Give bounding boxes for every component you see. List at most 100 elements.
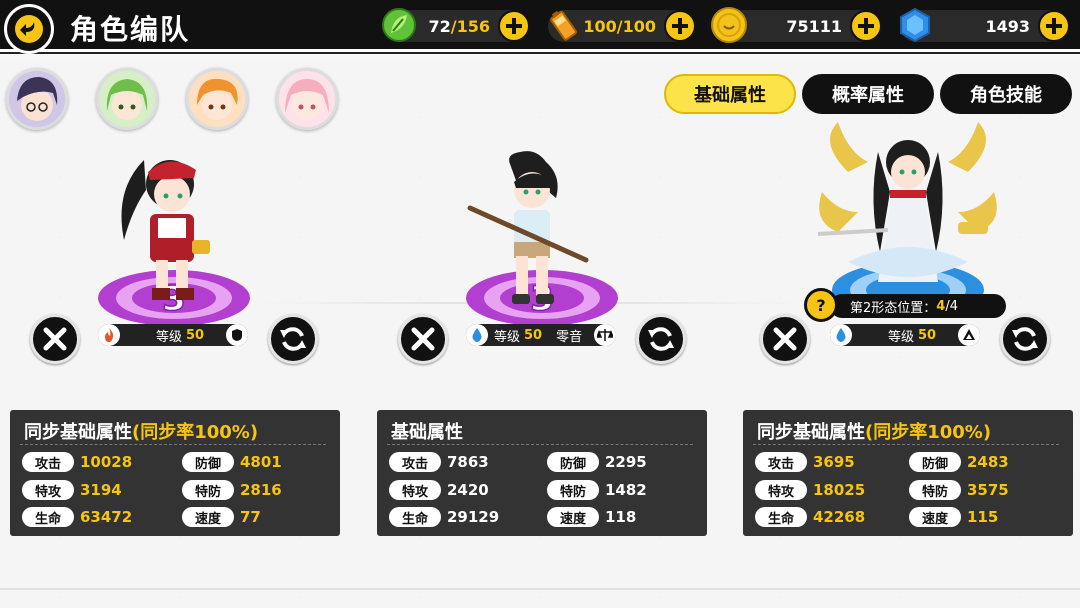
close-icon	[43, 327, 67, 351]
stat-speed: 速度 115	[909, 507, 998, 527]
stat-value: 115	[967, 508, 999, 526]
stats-title: 基础属性	[391, 418, 463, 444]
stat-label: 生命	[22, 507, 74, 527]
stat-special-attack: 特攻 18025	[755, 480, 865, 500]
stat-label: 速度	[909, 507, 961, 527]
team-avatar-4[interactable]	[276, 68, 338, 130]
stat-label: 攻击	[755, 452, 807, 472]
level-value: 50	[186, 327, 205, 343]
add-gems-button[interactable]	[1038, 10, 1070, 42]
stat-value: 118	[605, 508, 637, 526]
stats-title: 同步基础属性(同步率100%)	[757, 418, 991, 444]
stat-value: 2483	[967, 453, 1009, 471]
stat-label: 防御	[909, 452, 961, 472]
stats-title-text: 基础属性	[391, 422, 463, 443]
stat-value: 77	[240, 508, 261, 526]
battery-resource: 100/100	[548, 10, 696, 42]
refresh-icon	[648, 327, 674, 351]
stat-label: 生命	[389, 507, 441, 527]
stat-special-defense: 特防 1482	[547, 480, 647, 500]
character-3-sprite[interactable]	[808, 112, 1008, 302]
stat-attack: 攻击 10028	[22, 452, 132, 472]
remove-character-2-button[interactable]	[398, 314, 448, 364]
coin-icon	[710, 6, 748, 44]
team-avatar-3[interactable]	[186, 68, 248, 130]
tab-probability-attributes[interactable]: 概率属性	[802, 74, 934, 114]
character-portrait-icon	[197, 78, 238, 120]
stat-speed: 速度 77	[182, 507, 261, 527]
battery-max: 100	[622, 16, 656, 36]
add-battery-button[interactable]	[664, 10, 696, 42]
form-help-button[interactable]: ?	[804, 288, 838, 322]
stat-hp: 生命 29129	[389, 507, 499, 527]
level-value: 50	[918, 327, 937, 343]
stamina-current: 72	[428, 16, 451, 36]
stat-defense: 防御 4801	[182, 452, 282, 472]
stat-value: 4801	[240, 453, 282, 471]
add-coins-button[interactable]	[850, 10, 882, 42]
level-label: 等级	[888, 329, 915, 345]
stat-value: 2420	[447, 481, 489, 499]
stat-attack: 攻击 3695	[755, 452, 855, 472]
stat-value: 7863	[447, 453, 489, 471]
add-stamina-button[interactable]	[498, 10, 530, 42]
team-avatar-2[interactable]	[96, 68, 158, 130]
stats-title: 同步基础属性(同步率100%)	[24, 418, 258, 444]
refresh-icon	[280, 327, 306, 351]
stat-label: 特防	[182, 480, 234, 500]
coin-resource: 75111	[711, 7, 882, 43]
remove-character-3-button[interactable]	[760, 314, 810, 364]
close-icon	[773, 327, 797, 351]
close-icon	[411, 327, 435, 351]
stat-label: 攻击	[22, 452, 74, 472]
swap-character-1-button[interactable]	[268, 314, 318, 364]
team-avatar-1[interactable]	[6, 68, 68, 130]
sync-rate-text: (同步率100%)	[132, 422, 259, 443]
divider	[387, 444, 693, 445]
water-element-icon	[830, 324, 852, 346]
level-label: 等级	[494, 329, 521, 345]
stat-value: 3575	[967, 481, 1009, 499]
stamina-resource: 72/156	[382, 8, 530, 42]
stat-label: 特攻	[389, 480, 441, 500]
tab-character-skills[interactable]: 角色技能	[940, 74, 1072, 114]
swap-character-3-button[interactable]	[1000, 314, 1050, 364]
form-current: 4	[936, 298, 946, 314]
stat-label: 防御	[182, 452, 234, 472]
sync-rate-text: (同步率100%)	[865, 422, 992, 443]
stat-value: 2295	[605, 453, 647, 471]
stat-value: 29129	[447, 508, 500, 526]
remove-character-1-button[interactable]	[30, 314, 80, 364]
stat-value: 10028	[80, 453, 133, 471]
stat-value: 3695	[813, 453, 855, 471]
character-2-sprite[interactable]	[466, 146, 596, 316]
stamina-max: 156	[456, 16, 490, 36]
stats-title-text: 同步基础属性	[757, 422, 865, 443]
stat-speed: 速度 118	[547, 507, 636, 527]
divider	[753, 444, 1059, 445]
tab-basic-attributes[interactable]: 基础属性	[664, 74, 796, 114]
back-button[interactable]	[4, 4, 54, 54]
stat-label: 速度	[547, 507, 599, 527]
stat-label: 特防	[547, 480, 599, 500]
character-2-level-bar: 等级 50 零音	[466, 324, 616, 346]
character-3-level-bar: 等级 50	[830, 324, 980, 346]
stat-defense: 防御 2295	[547, 452, 647, 472]
gem-resource: 1493	[900, 7, 1070, 43]
stat-attack: 攻击 7863	[389, 452, 489, 472]
form-total: /4	[945, 298, 958, 314]
stat-label: 攻击	[389, 452, 441, 472]
shield-class-icon	[226, 324, 248, 346]
leaf-energy-icon	[380, 6, 418, 44]
stat-special-defense: 特防 2816	[182, 480, 282, 500]
character-1-stats-panel: 同步基础属性(同步率100%) 攻击 10028 防御 4801 特攻 3194 特防…	[10, 410, 340, 536]
battery-current: 100	[583, 16, 617, 36]
character-1-sprite[interactable]	[104, 140, 224, 310]
blue-gem-icon	[896, 6, 934, 44]
stat-special-attack: 特攻 2420	[389, 480, 489, 500]
stat-label: 特攻	[22, 480, 74, 500]
swap-character-2-button[interactable]	[636, 314, 686, 364]
top-bar: 角色编队 72/156 100/100 75111 1493	[0, 0, 1080, 54]
back-arrow-icon	[15, 15, 43, 43]
character-3-stats-panel: 同步基础属性(同步率100%) 攻击 3695 防御 2483 特攻 18025 特防…	[743, 410, 1073, 536]
